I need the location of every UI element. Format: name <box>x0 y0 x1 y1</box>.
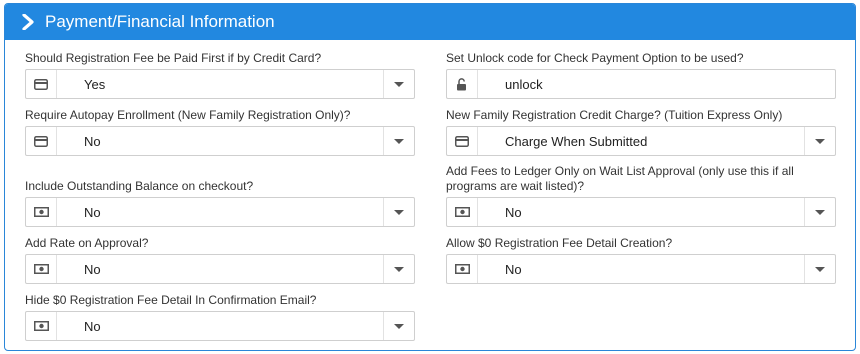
autopay-value: No <box>84 133 101 149</box>
chevron-down-icon[interactable] <box>804 255 835 283</box>
panel-title: Payment/Financial Information <box>45 12 275 31</box>
chevron-down-icon[interactable] <box>804 127 835 155</box>
rate-on-approval-value: No <box>84 261 101 277</box>
outstanding-balance-value: No <box>84 204 101 220</box>
autopay-field: Require Autopay Enrollment (New Family R… <box>25 108 415 156</box>
credit-charge-value: Charge When Submitted <box>505 133 648 149</box>
chevron-down-icon[interactable] <box>383 70 414 98</box>
unlock-code-input[interactable]: unlock <box>446 69 836 99</box>
chevron-down-icon[interactable] <box>383 255 414 283</box>
unlock-code-field: Set Unlock code for Check Payment Option… <box>446 51 836 99</box>
rate-on-approval-select[interactable]: No <box>25 254 415 284</box>
credit-card-icon <box>26 127 57 155</box>
autopay-label: Require Autopay Enrollment (New Family R… <box>25 108 351 122</box>
rate-on-approval-label: Add Rate on Approval? <box>25 236 149 250</box>
unlock-code-value[interactable]: unlock <box>478 70 835 98</box>
credit-charge-label: New Family Registration Credit Charge? (… <box>446 108 783 122</box>
chevron-down-icon[interactable] <box>804 198 835 226</box>
hide-zero-fee-label: Hide $0 Registration Fee Detail In Confi… <box>25 293 317 307</box>
chevron-down-icon[interactable] <box>383 312 414 340</box>
outstanding-balance-field: Include Outstanding Balance on checkout?… <box>25 179 415 227</box>
hide-zero-fee-value: No <box>84 318 101 334</box>
reg-fee-first-label: Should Registration Fee be Paid First if… <box>25 51 322 65</box>
ledger-wait-list-select[interactable]: No <box>446 197 836 227</box>
credit-card-icon <box>447 127 478 155</box>
autopay-select[interactable]: No <box>25 126 415 156</box>
reg-fee-first-select[interactable]: Yes <box>25 69 415 99</box>
credit-card-icon <box>26 70 57 98</box>
reg-fee-first-field: Should Registration Fee be Paid First if… <box>25 51 415 99</box>
chevron-down-icon[interactable] <box>383 198 414 226</box>
money-icon <box>447 255 478 283</box>
chevron-down-icon[interactable] <box>383 127 414 155</box>
money-icon <box>26 312 57 340</box>
hide-zero-fee-field: Hide $0 Registration Fee Detail In Confi… <box>25 293 415 341</box>
unlock-code-label: Set Unlock code for Check Payment Option… <box>446 51 744 65</box>
zero-fee-detail-select[interactable]: No <box>446 254 836 284</box>
credit-charge-select[interactable]: Charge When Submitted <box>446 126 836 156</box>
chevron-right-icon[interactable] <box>21 14 43 30</box>
zero-fee-detail-label: Allow $0 Registration Fee Detail Creatio… <box>446 236 673 250</box>
unlock-icon <box>447 70 478 98</box>
outstanding-balance-select[interactable]: No <box>25 197 415 227</box>
outstanding-balance-label: Include Outstanding Balance on checkout? <box>25 179 254 193</box>
ledger-wait-list-label: Add Fees to Ledger Only on Wait List App… <box>446 164 794 193</box>
reg-fee-first-value: Yes <box>84 76 106 92</box>
ledger-wait-list-value: No <box>505 204 522 220</box>
zero-fee-detail-value: No <box>505 261 522 277</box>
money-icon <box>26 198 57 226</box>
rate-on-approval-field: Add Rate on Approval? No <box>25 236 415 284</box>
payment-financial-panel: Payment/Financial Information Should Reg… <box>4 3 856 351</box>
money-icon <box>26 255 57 283</box>
money-icon <box>447 198 478 226</box>
hide-zero-fee-select[interactable]: No <box>25 311 415 341</box>
credit-charge-field: New Family Registration Credit Charge? (… <box>446 108 836 156</box>
zero-fee-detail-field: Allow $0 Registration Fee Detail Creatio… <box>446 236 836 284</box>
panel-header[interactable]: Payment/Financial Information <box>5 4 855 40</box>
ledger-wait-list-field: Add Fees to Ledger Only on Wait List App… <box>446 164 836 227</box>
